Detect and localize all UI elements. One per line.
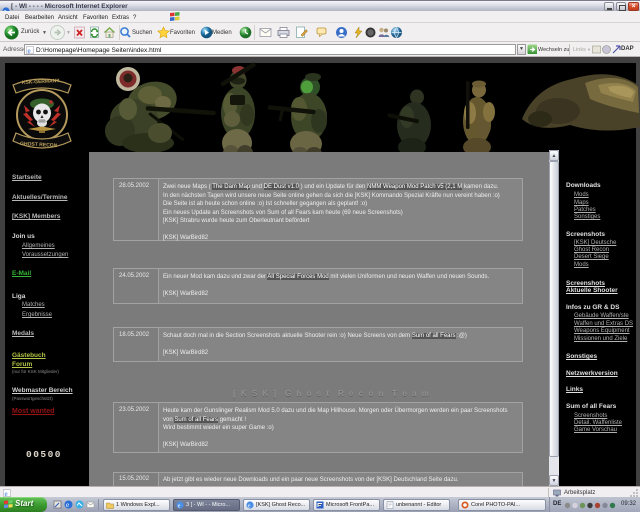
svg-text:e: e bbox=[178, 502, 181, 509]
svg-text:e: e bbox=[28, 47, 31, 54]
svg-text:GHOST RECON: GHOST RECON bbox=[20, 141, 58, 149]
svg-text:e: e bbox=[66, 501, 69, 509]
svg-text:e: e bbox=[5, 490, 8, 497]
svg-text:e: e bbox=[248, 502, 251, 509]
